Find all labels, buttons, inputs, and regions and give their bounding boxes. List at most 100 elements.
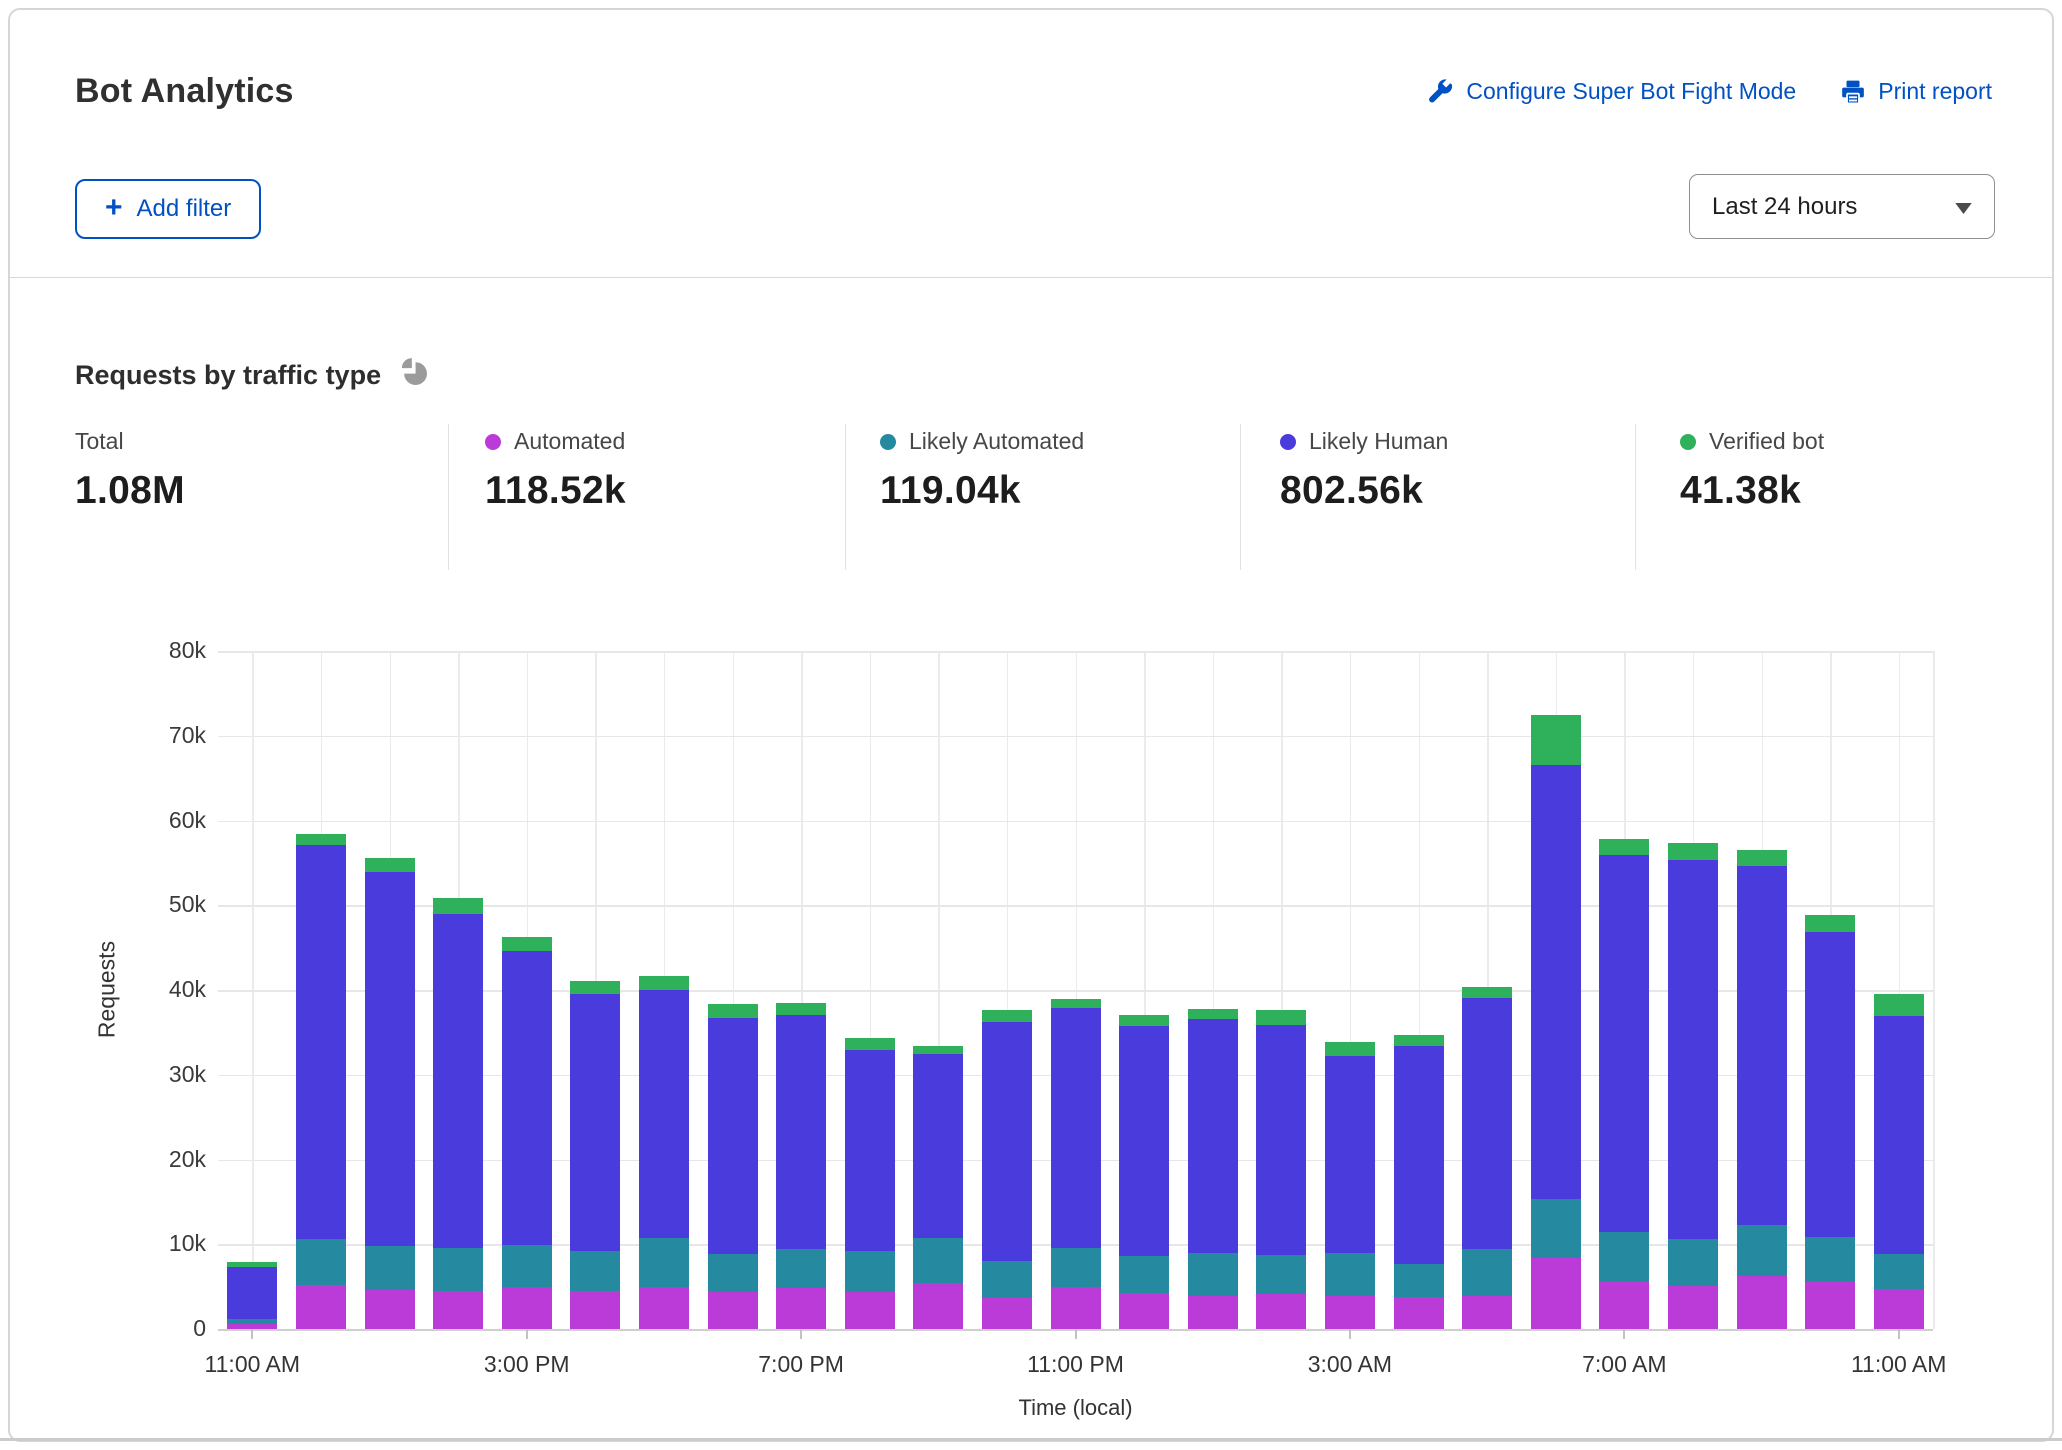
bar-800pm[interactable] [845, 1038, 895, 1329]
verified-bot-legend-dot [1680, 434, 1696, 450]
bar-segment-verified-bot [1874, 994, 1924, 1016]
bar-500pm[interactable] [639, 976, 689, 1329]
bar-segment-likely-automated [639, 1238, 689, 1288]
bottom-divider [0, 1438, 2062, 1441]
bar-segment-likely-human [296, 845, 346, 1239]
bar-segment-verified-bot [1256, 1010, 1306, 1025]
print-report-link[interactable]: Print report [1840, 78, 1992, 105]
print-link-label: Print report [1878, 78, 1992, 105]
stat-separator [1240, 424, 1241, 570]
bar-segment-likely-automated [1119, 1256, 1169, 1292]
bar-900am[interactable] [1737, 850, 1787, 1329]
bar-segment-likely-human [1531, 765, 1581, 1199]
bar-segment-verified-bot [845, 1038, 895, 1050]
bar-600pm[interactable] [708, 1004, 758, 1329]
bar-segment-likely-automated [708, 1254, 758, 1293]
bar-segment-likely-human [845, 1050, 895, 1251]
time-range-value: Last 24 hours [1712, 193, 1857, 221]
bar-segment-likely-automated [776, 1249, 826, 1288]
stat-separator [845, 424, 846, 570]
bar-segment-automated [1599, 1282, 1649, 1329]
bar-segment-verified-bot [1325, 1042, 1375, 1056]
bar-1000pm[interactable] [982, 1010, 1032, 1329]
bar-1100pm[interactable] [1051, 999, 1101, 1329]
bar-segment-automated [1737, 1276, 1787, 1329]
stat-likely-human[interactable]: Likely Human 802.56k [1280, 428, 1448, 513]
stat-value: 802.56k [1280, 469, 1448, 513]
bar-segment-automated [982, 1298, 1032, 1329]
bar-segment-likely-automated [1256, 1255, 1306, 1294]
bar-segment-verified-bot [639, 976, 689, 990]
bar-segment-likely-human [1874, 1016, 1924, 1254]
automated-legend-dot [485, 434, 501, 450]
bar-segment-likely-human [708, 1018, 758, 1254]
bar-300pm[interactable] [502, 937, 552, 1329]
configure-link-label: Configure Super Bot Fight Mode [1466, 78, 1796, 105]
bar-300am[interactable] [1325, 1042, 1375, 1329]
bar-segment-likely-human [227, 1267, 277, 1319]
bar-segment-automated [1188, 1296, 1238, 1329]
bar-segment-automated [1119, 1293, 1169, 1329]
bar-segment-automated [1325, 1296, 1375, 1329]
bar-1200am[interactable] [1119, 1015, 1169, 1329]
bar-1100am[interactable] [227, 1262, 277, 1329]
bar-segment-verified-bot [1531, 715, 1581, 765]
bar-segment-likely-human [1051, 1008, 1101, 1248]
bar-segment-likely-human [1599, 855, 1649, 1231]
bar-segment-likely-automated [1188, 1253, 1238, 1296]
stat-likely-automated[interactable]: Likely Automated 119.04k [880, 428, 1084, 513]
bar-segment-verified-bot [1051, 999, 1101, 1007]
time-range-select[interactable]: Last 24 hours [1689, 174, 1995, 239]
bar-1100am[interactable] [1874, 994, 1924, 1329]
bar-segment-automated [1462, 1296, 1512, 1329]
bar-segment-likely-human [1256, 1025, 1306, 1256]
stat-separator [1635, 424, 1636, 570]
bar-800am[interactable] [1668, 843, 1718, 1329]
bar-segment-likely-automated [1325, 1253, 1375, 1296]
printer-icon [1840, 79, 1866, 105]
bar-segment-automated [296, 1285, 346, 1329]
bar-100am[interactable] [1188, 1009, 1238, 1329]
bar-segment-likely-automated [570, 1251, 620, 1291]
bar-segment-automated [1668, 1286, 1718, 1329]
bar-1200pm[interactable] [296, 834, 346, 1329]
header-links: Configure Super Bot Fight Mode Print rep… [1427, 78, 1992, 105]
likely-human-legend-dot [1280, 434, 1296, 450]
bar-segment-likely-human [1668, 860, 1718, 1239]
bar-600am[interactable] [1531, 715, 1581, 1329]
add-filter-button[interactable]: + Add filter [75, 179, 261, 239]
section-title: Requests by traffic type [75, 360, 381, 391]
bar-segment-verified-bot [1599, 839, 1649, 855]
stat-automated[interactable]: Automated 118.52k [485, 428, 626, 513]
bar-segment-likely-automated [913, 1238, 963, 1283]
plus-icon: + [105, 193, 123, 223]
bar-segment-likely-human [982, 1022, 1032, 1261]
bar-700am[interactable] [1599, 839, 1649, 1329]
bar-100pm[interactable] [365, 858, 415, 1329]
bar-200pm[interactable] [433, 898, 483, 1329]
bar-segment-likely-human [433, 914, 483, 1248]
bar-700pm[interactable] [776, 1003, 826, 1329]
bar-400am[interactable] [1394, 1035, 1444, 1329]
bar-900pm[interactable] [913, 1046, 963, 1329]
bar-segment-likely-human [570, 994, 620, 1251]
bar-500am[interactable] [1462, 987, 1512, 1329]
bar-segment-likely-automated [1737, 1225, 1787, 1277]
bar-segment-likely-automated [1874, 1254, 1924, 1289]
bar-segment-likely-human [913, 1054, 963, 1238]
bar-segment-verified-bot [502, 937, 552, 951]
bar-segment-verified-bot [1119, 1015, 1169, 1026]
bar-segment-automated [1394, 1297, 1444, 1329]
bar-segment-likely-automated [1599, 1232, 1649, 1283]
pie-chart-icon [397, 356, 430, 394]
bar-segment-verified-bot [1668, 843, 1718, 860]
bar-1000am[interactable] [1805, 915, 1855, 1329]
configure-super-bot-fight-mode-link[interactable]: Configure Super Bot Fight Mode [1427, 78, 1796, 105]
bar-segment-verified-bot [776, 1003, 826, 1016]
bar-200am[interactable] [1256, 1009, 1306, 1329]
bar-400pm[interactable] [570, 981, 620, 1329]
stat-verified-bot[interactable]: Verified bot 41.38k [1680, 428, 1824, 513]
bar-segment-likely-human [1325, 1056, 1375, 1253]
bar-segment-likely-automated [502, 1245, 552, 1287]
bar-segment-likely-automated [845, 1251, 895, 1292]
